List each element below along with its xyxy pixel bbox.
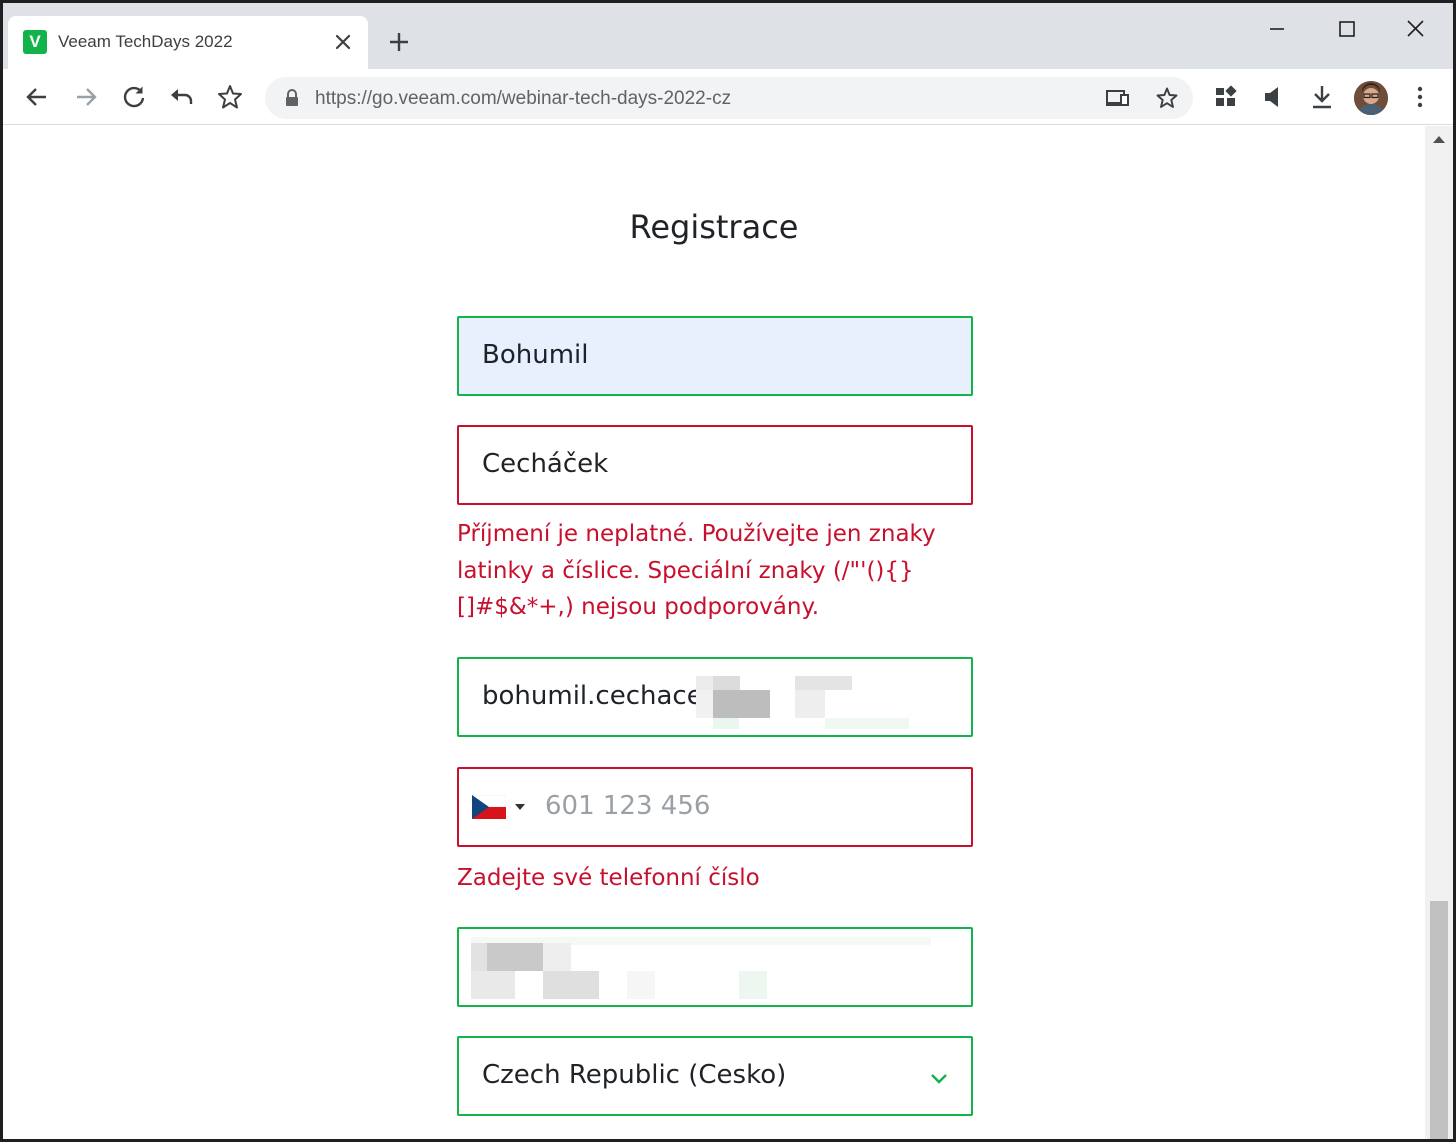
phone-field[interactable]: 601 123 456	[457, 767, 973, 847]
tab-title: Veeam TechDays 2022	[58, 32, 233, 51]
undo-icon[interactable]	[168, 83, 196, 111]
last-name-field[interactable]: Cecháček	[457, 425, 973, 505]
veeam-favicon-icon: V	[23, 30, 47, 54]
scrollbar-thumb[interactable]	[1430, 901, 1448, 1139]
maximize-icon[interactable]	[1323, 11, 1369, 47]
browser-tab[interactable]: V Veeam TechDays 2022	[8, 16, 368, 69]
first-name-value: Bohumil	[482, 340, 589, 370]
chevron-down-icon[interactable]	[515, 804, 525, 810]
browser-toolbar: https://go.veeam.com/webinar-tech-days-2…	[3, 69, 1453, 125]
minimize-icon[interactable]	[1253, 11, 1299, 47]
lock-icon[interactable]	[283, 88, 301, 108]
bookmark-star-icon[interactable]	[216, 83, 244, 111]
speaker-icon[interactable]	[1260, 83, 1288, 111]
close-tab-icon[interactable]	[330, 29, 356, 55]
more-menu-icon[interactable]	[1406, 83, 1434, 111]
browser-window: V Veeam TechDays 2022 https://go.veeam.c…	[3, 3, 1453, 1139]
avatar[interactable]	[1354, 81, 1388, 115]
phone-error: Zadejte své telefonní číslo	[457, 865, 760, 891]
star-icon[interactable]	[1155, 86, 1179, 110]
reload-icon[interactable]	[120, 83, 148, 111]
email-field[interactable]: bohumil.cechacek	[457, 657, 973, 737]
close-window-icon[interactable]	[1392, 11, 1438, 47]
chevron-down-icon[interactable]	[927, 1066, 951, 1090]
country-selected-value: Czech Republic (Cesko)	[482, 1060, 787, 1090]
last-name-error: Příjmení je neplatné. Používejte jen zna…	[457, 521, 936, 620]
new-tab-icon[interactable]	[386, 29, 412, 55]
company-field[interactable]	[457, 927, 973, 1007]
back-icon[interactable]	[23, 83, 51, 111]
url-text[interactable]: https://go.veeam.com/webinar-tech-days-2…	[315, 88, 731, 110]
last-name-value: Cecháček	[482, 449, 609, 479]
cast-icon[interactable]	[1105, 86, 1129, 110]
forward-icon[interactable]	[72, 83, 100, 111]
form-title: Registrace	[629, 208, 799, 246]
phone-placeholder: 601 123 456	[545, 791, 711, 821]
first-name-field[interactable]: Bohumil	[457, 316, 973, 396]
address-bar[interactable]: https://go.veeam.com/webinar-tech-days-2…	[265, 77, 1193, 119]
tab-strip: V Veeam TechDays 2022	[3, 3, 1453, 69]
czech-flag-icon[interactable]	[472, 795, 506, 819]
email-value: bohumil.cechacek	[482, 681, 718, 711]
download-icon[interactable]	[1308, 83, 1336, 111]
page-scrollbar[interactable]	[1425, 126, 1453, 1139]
extensions-icon[interactable]	[1212, 83, 1240, 111]
scroll-up-arrow-icon[interactable]	[1433, 136, 1445, 143]
country-select[interactable]: Czech Republic (Cesko)	[457, 1036, 973, 1116]
page-viewport: Registrace Bohumil Cecháček Příjmení je …	[3, 126, 1453, 1139]
